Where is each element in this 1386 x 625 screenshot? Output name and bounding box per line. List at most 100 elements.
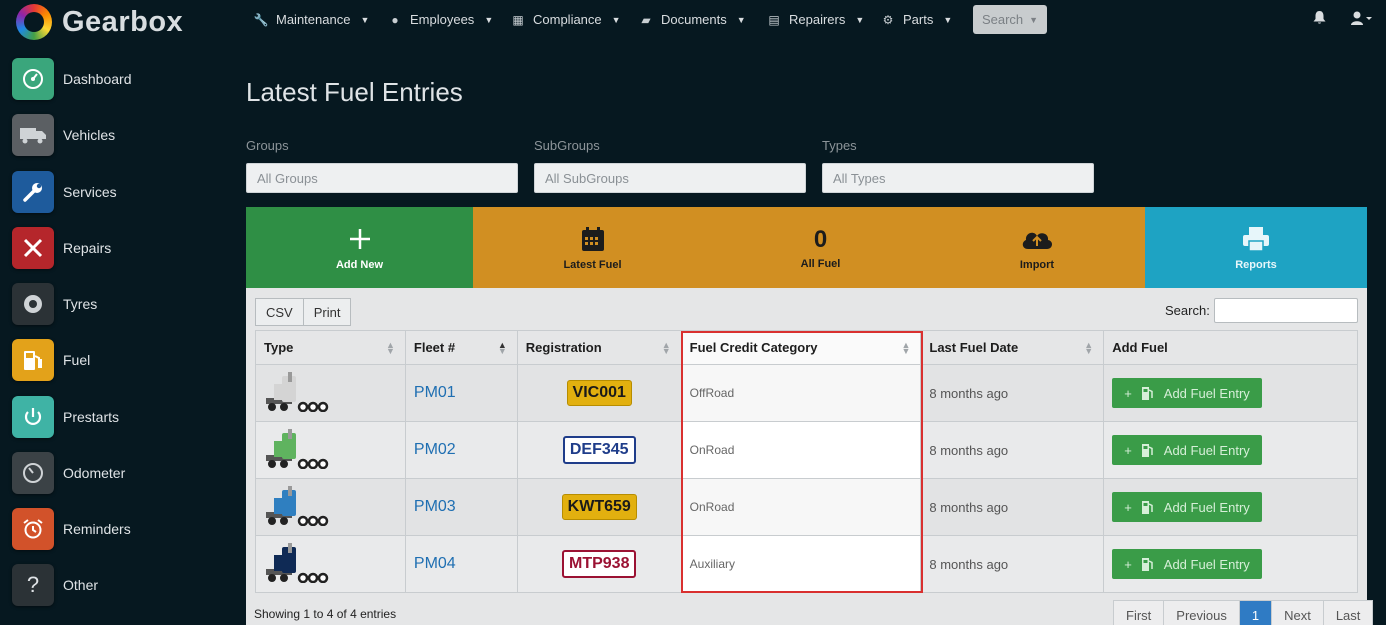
- truck-icon: [266, 371, 329, 412]
- caret-down-icon: ▼: [736, 14, 746, 25]
- sidebar-item-fuel[interactable]: Fuel: [12, 339, 90, 381]
- vehicle-type-cell: [255, 364, 406, 422]
- sidebar-item-dashboard[interactable]: Dashboard: [12, 58, 132, 100]
- column-header-last-fuel-date[interactable]: Last Fuel Date ▲ ▼: [920, 330, 1105, 365]
- column-header-type[interactable]: Type ▲ ▼: [255, 330, 406, 365]
- add-fuel-entry-label: Add Fuel Entry: [1163, 499, 1250, 515]
- all-fuel-label: All Fuel: [800, 257, 841, 270]
- fleet-link[interactable]: PM02: [414, 441, 456, 458]
- nav-compliance[interactable]: ▦ Compliance ▼: [511, 12, 620, 27]
- add-fuel-entry-button[interactable]: + Add Fuel Entry: [1112, 378, 1262, 408]
- table-row: PM03 KWT659 OnRoad 8 months ago + Add Fuel En…: [255, 478, 1358, 536]
- csv-button[interactable]: CSV: [255, 298, 304, 326]
- sidebar-item-label: Repairs: [63, 240, 112, 256]
- groups-select[interactable]: All Groups: [246, 163, 518, 193]
- nav-maintenance[interactable]: 🔧 Maintenance ▼: [254, 12, 370, 27]
- fleet-cell: PM04: [404, 535, 518, 593]
- sidebar-item-reminders[interactable]: Reminders: [12, 508, 131, 550]
- last-fuel-date-cell: 8 months ago: [920, 421, 1105, 479]
- folder-icon: ▰: [641, 12, 651, 27]
- sidebar-item-odometer[interactable]: Odometer: [12, 452, 125, 494]
- caret-down-icon: ▼: [360, 14, 370, 25]
- fleet-link[interactable]: PM03: [414, 498, 456, 515]
- nav-documents[interactable]: ▰ Documents ▼: [639, 12, 746, 27]
- nav-employees[interactable]: ● Employees ▼: [388, 12, 493, 27]
- plus-icon: +: [1124, 556, 1132, 572]
- reports-label: Reports: [1235, 258, 1277, 271]
- latest-fuel-button[interactable]: Latest Fuel: [473, 207, 712, 288]
- column-label: Type: [264, 340, 294, 355]
- add-fuel-entry-label: Add Fuel Entry: [1163, 385, 1250, 401]
- sidebar-item-label: Vehicles: [63, 127, 116, 143]
- column-label: Fuel Credit Category: [689, 340, 818, 355]
- latest-fuel-label: Latest Fuel: [563, 258, 622, 271]
- caret-down-icon: ▼: [1029, 14, 1039, 25]
- sidebar-item-label: Other: [63, 577, 99, 593]
- calendar-icon: ▦: [512, 12, 524, 27]
- search-dropdown-button[interactable]: Search ▼: [973, 5, 1047, 34]
- column-header-registration[interactable]: Registration ▲ ▼: [516, 330, 682, 365]
- add-fuel-entry-label: Add Fuel Entry: [1163, 556, 1250, 572]
- bell-icon[interactable]: [1313, 11, 1326, 28]
- nav-label: Compliance: [533, 12, 602, 27]
- user-circle-icon: ●: [391, 12, 399, 27]
- column-header-fleet[interactable]: Fleet # ▲ ▼: [404, 330, 518, 365]
- registration-cell: KWT659: [516, 478, 682, 536]
- add-fuel-entry-button[interactable]: + Add Fuel Entry: [1112, 492, 1262, 522]
- fleet-link[interactable]: PM01: [414, 384, 456, 401]
- fuel-pump-icon: [1141, 387, 1153, 400]
- fleet-cell: PM02: [404, 421, 518, 479]
- alarm-clock-icon: [12, 508, 54, 550]
- sidebar-item-repairs[interactable]: Repairs: [12, 227, 111, 269]
- column-header-fuel-credit-category[interactable]: Fuel Credit Category ▲ ▼: [680, 330, 922, 365]
- sidebar-item-vehicles[interactable]: Vehicles: [12, 114, 115, 156]
- sidebar-item-tyres[interactable]: Tyres: [12, 283, 97, 325]
- add-fuel-cell: + Add Fuel Entry: [1103, 478, 1358, 536]
- registration-plate: KWT659: [561, 494, 637, 520]
- pagination: First Previous 1 Next Last: [1113, 600, 1374, 625]
- sidebar-item-prestarts[interactable]: Prestarts: [12, 396, 119, 438]
- table-search-input[interactable]: [1214, 298, 1358, 323]
- gauge-icon: [12, 452, 54, 494]
- pagination-first[interactable]: First: [1113, 600, 1165, 625]
- sort-icon: ▲ ▼: [1084, 340, 1094, 356]
- sidebar-item-label: Tyres: [63, 296, 98, 312]
- pagination-current[interactable]: 1: [1239, 600, 1273, 625]
- pagination-previous[interactable]: Previous: [1164, 600, 1240, 625]
- pagination-last[interactable]: Last: [1323, 600, 1374, 625]
- fleet-link[interactable]: PM04: [414, 555, 456, 572]
- column-label: Fleet #: [413, 340, 456, 355]
- power-icon: [12, 396, 54, 438]
- table-header: Type ▲ ▼ Fleet # ▲ ▼ Registration ▲ ▼ Fuel Cre…: [255, 330, 1358, 365]
- all-fuel-count: 0: [813, 225, 828, 253]
- vehicle-type-cell: [255, 535, 406, 593]
- fuel-pump-icon: [1141, 501, 1153, 514]
- sidebar-item-services[interactable]: Services: [12, 171, 117, 213]
- print-button[interactable]: Print: [303, 298, 352, 326]
- pagination-next[interactable]: Next: [1272, 600, 1324, 625]
- types-select[interactable]: All Types: [822, 163, 1094, 193]
- add-new-button[interactable]: Add New: [246, 207, 473, 288]
- add-fuel-entry-button[interactable]: + Add Fuel Entry: [1112, 435, 1262, 465]
- sidebar-item-other[interactable]: ? Other: [12, 564, 98, 606]
- subgroups-select[interactable]: All SubGroups: [534, 163, 806, 193]
- sidebar-item-label: Prestarts: [63, 409, 120, 425]
- nav-parts[interactable]: ⚙ Parts ▼: [881, 12, 953, 27]
- fuel-credit-category-cell: OffRoad: [680, 364, 922, 422]
- all-fuel-button[interactable]: 0 All Fuel: [712, 207, 929, 288]
- search-label: Search: [981, 12, 1024, 27]
- nav-repairers[interactable]: ▤ Repairers ▼: [767, 12, 864, 27]
- sort-icon: ▲ ▼: [385, 340, 395, 356]
- subgroups-label: SubGroups: [534, 138, 600, 153]
- add-fuel-entry-button[interactable]: + Add Fuel Entry: [1112, 549, 1262, 579]
- table-row: PM04 MTP938 Auxiliary 8 months ago + Add Fuel…: [255, 535, 1358, 593]
- user-menu-icon[interactable]: [1351, 11, 1373, 28]
- reports-button[interactable]: Reports: [1145, 207, 1367, 288]
- dashboard-icon: [12, 58, 54, 100]
- app-logo[interactable]: Gearbox: [16, 4, 183, 40]
- app-name: Gearbox: [62, 5, 184, 38]
- caret-down-icon: ▼: [943, 14, 953, 25]
- nav-label: Repairers: [789, 12, 846, 27]
- import-button[interactable]: Import: [929, 207, 1145, 288]
- plus-icon: +: [1124, 499, 1132, 515]
